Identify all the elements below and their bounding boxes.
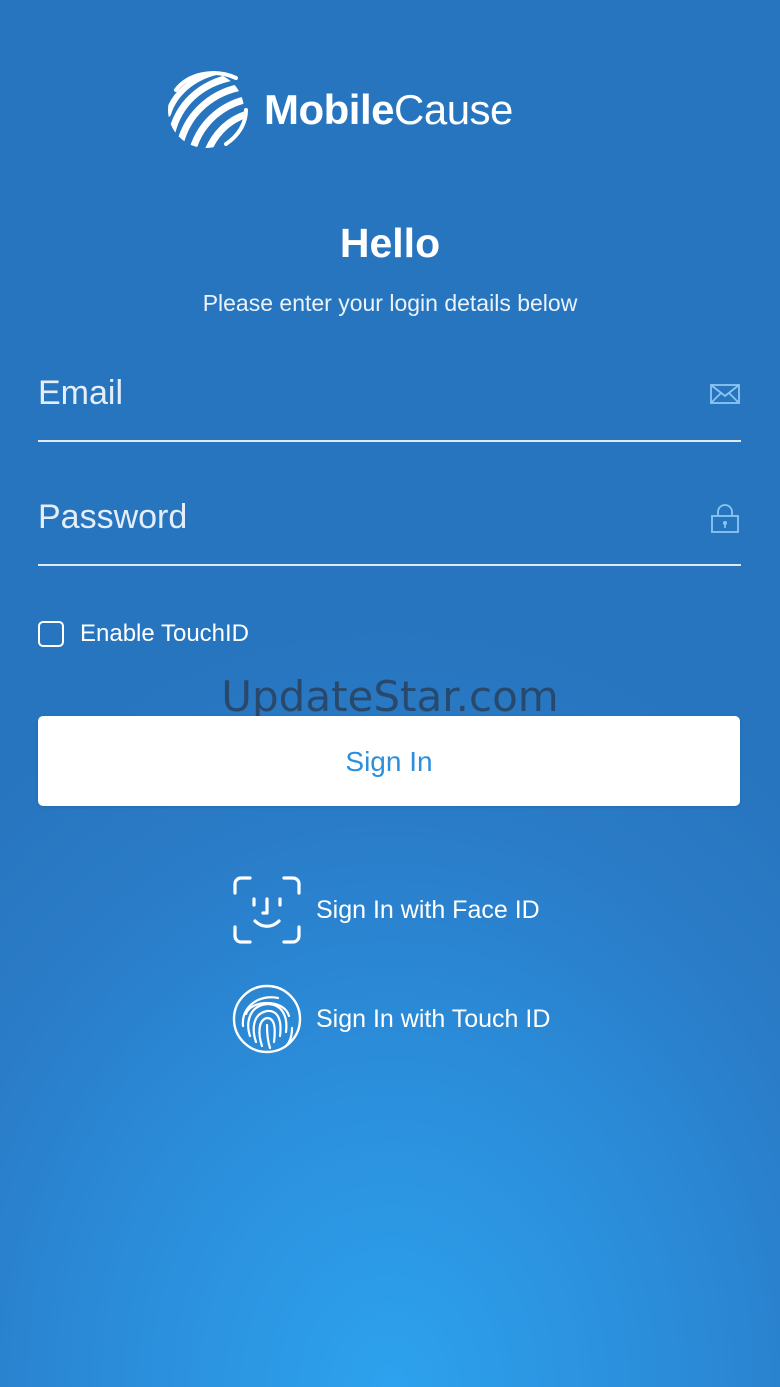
enable-touchid-checkbox[interactable] [38, 621, 64, 647]
touch-id-label: Sign In with Touch ID [316, 1004, 551, 1033]
face-id-sign-in[interactable]: Sign In with Face ID [232, 875, 540, 945]
touch-id-sign-in[interactable]: Sign In with Touch ID [232, 984, 550, 1054]
envelope-icon [710, 384, 740, 404]
enable-touchid-label: Enable TouchID [80, 620, 250, 647]
brand-name-bold: Mobile [264, 86, 395, 133]
fingerprint-icon [232, 984, 302, 1054]
email-input[interactable] [38, 370, 678, 416]
globe-swoosh-icon [168, 71, 248, 148]
login-screen: MobileCause Hello Please enter your logi… [0, 0, 780, 1387]
face-id-label: Sign In with Face ID [316, 895, 540, 924]
brand-name-light: Cause [394, 86, 513, 133]
lock-icon [711, 504, 739, 533]
password-field [38, 474, 741, 566]
password-input[interactable] [38, 494, 678, 540]
page-subtitle: Please enter your login details below [202, 290, 578, 316]
enable-touchid-row[interactable]: Enable TouchID [38, 618, 249, 650]
page-title: Hello [339, 220, 441, 266]
face-id-icon [233, 876, 301, 944]
email-field [38, 350, 741, 442]
sign-in-button[interactable]: Sign In [38, 716, 740, 806]
brand-name: MobileCause [264, 89, 513, 131]
brand-logo: MobileCause [166, 70, 513, 150]
watermark: UpdateStar.com [221, 672, 559, 721]
